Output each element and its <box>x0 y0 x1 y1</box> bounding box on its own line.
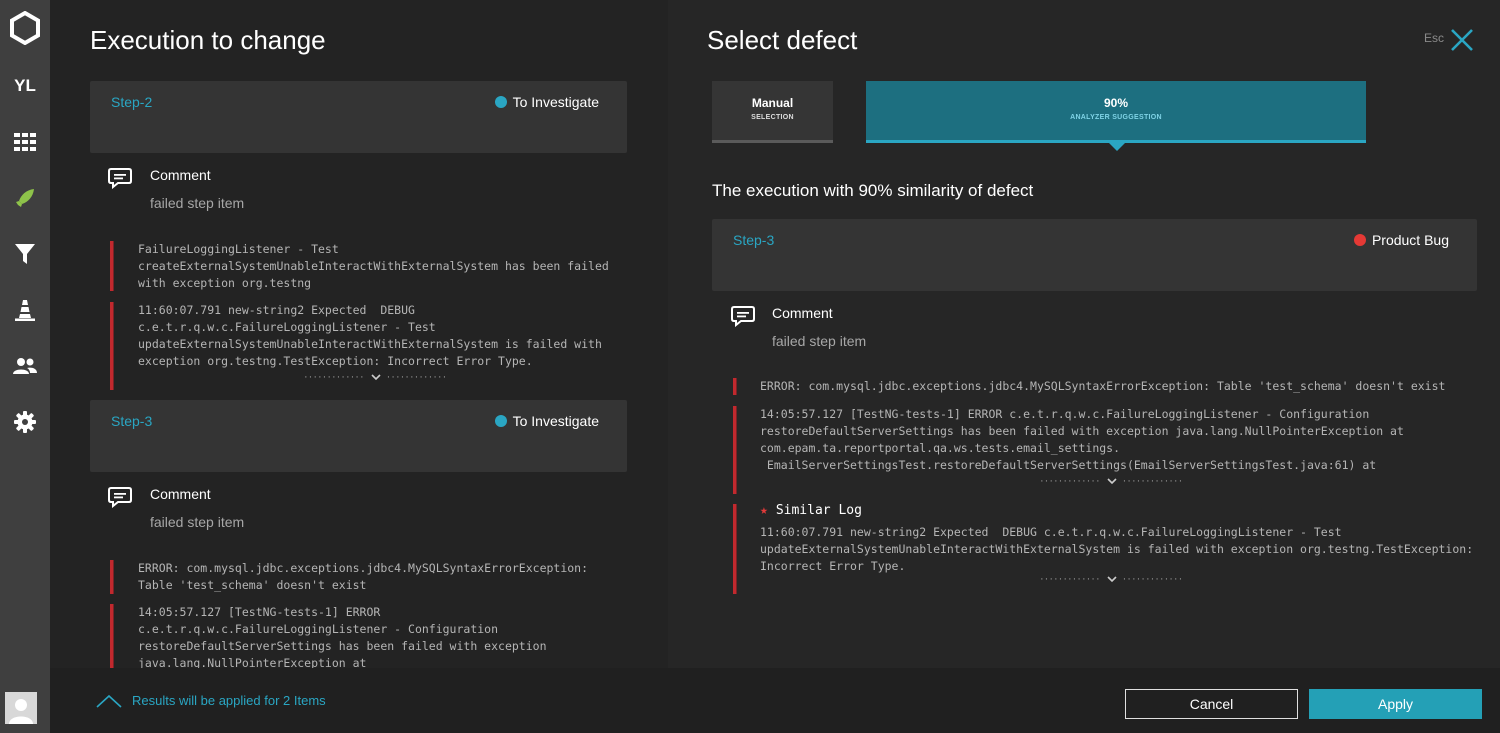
expand-log-toggle[interactable]: ············· ············· <box>1040 573 1183 585</box>
to-investigate-dot-icon <box>494 96 507 108</box>
tab-title: Manual <box>751 96 794 110</box>
log-entry: 11:60:07.791 new-string2 Expected DEBUG … <box>138 303 602 368</box>
expand-log-toggle[interactable]: ············· ············· <box>304 371 447 383</box>
log-entry: 14:05:57.127 [TestNG-tests-1] ERROR c.e.… <box>138 605 547 668</box>
chevron-down-icon <box>1107 576 1117 583</box>
active-tab-pointer <box>1109 143 1125 151</box>
step-name-link[interactable]: Step-3 <box>111 413 152 429</box>
star-icon: ★ <box>760 503 768 518</box>
cancel-button[interactable]: Cancel <box>1125 689 1298 719</box>
modal-footer: Results will be applied for 2 Items Canc… <box>50 668 1500 733</box>
filters-funnel-icon[interactable] <box>0 234 50 274</box>
divider-dots: ············· <box>1040 475 1101 487</box>
log-error-bar <box>733 378 737 395</box>
panel-title: Execution to change <box>90 25 326 55</box>
divider-dots: ············· <box>386 371 448 383</box>
user-avatar[interactable] <box>5 692 37 724</box>
close-icon[interactable] <box>1448 26 1476 54</box>
log-error-bar <box>733 406 737 494</box>
similarity-heading: The execution with 90% similarity of def… <box>712 181 1034 200</box>
panel-title: Select defect <box>707 25 858 55</box>
divider-dots: ············· <box>304 371 365 383</box>
comment-label: Comment <box>772 305 833 321</box>
log-entry: ERROR: com.mysql.jdbc.exceptions.jdbc4.M… <box>138 561 589 592</box>
log-entry: ERROR: com.mysql.jdbc.exceptions.jdbc4.M… <box>760 379 1446 393</box>
status-label: To Investigate <box>512 94 599 110</box>
expand-log-toggle[interactable]: ············· ············· <box>1040 475 1183 487</box>
comment-icon <box>731 306 755 327</box>
status-label: To Investigate <box>512 413 599 429</box>
project-selector[interactable]: YL <box>0 66 50 106</box>
log-error-bar <box>110 302 114 390</box>
defect-status: To Investigate <box>494 94 599 110</box>
tab-manual-selection[interactable]: Manual SELECTION <box>712 81 833 143</box>
step-card[interactable]: Step-2 To Investigate <box>90 81 627 153</box>
apply-button[interactable]: Apply <box>1309 689 1482 719</box>
log-error-bar <box>110 560 114 594</box>
members-users-icon[interactable] <box>0 346 50 386</box>
defect-status: To Investigate <box>494 413 599 429</box>
divider-dots: ············· <box>1122 573 1184 585</box>
similar-log-label: ★ Similar Log <box>760 503 862 518</box>
chevron-down-icon <box>371 374 381 381</box>
dashboard-grid-icon[interactable] <box>0 122 50 162</box>
chevron-up-icon <box>96 694 122 708</box>
chevron-down-icon <box>1107 478 1117 485</box>
comment-icon <box>108 487 132 508</box>
debug-cone-icon[interactable] <box>0 290 50 330</box>
app-logo-icon[interactable] <box>0 8 50 48</box>
status-label: Product Bug <box>1371 232 1449 248</box>
results-text: Results will be applied for 2 Items <box>132 693 326 708</box>
step-card[interactable]: Step-3 Product Bug <box>712 219 1477 291</box>
comment-text: failed step item <box>150 514 245 530</box>
log-error-bar <box>110 241 114 291</box>
log-entry: 14:05:57.127 [TestNG-tests-1] ERROR c.e.… <box>760 407 1404 472</box>
to-investigate-dot-icon <box>494 415 507 427</box>
step-card[interactable]: Step-3 To Investigate <box>90 400 627 472</box>
launches-rocket-icon[interactable] <box>0 178 50 218</box>
product-bug-dot-icon <box>1353 234 1366 246</box>
comment-label: Comment <box>150 167 211 183</box>
select-defect-panel: Select defect Esc Manual SELECTION 90% A… <box>668 0 1500 668</box>
comment-label: Comment <box>150 486 211 502</box>
similar-log-title: Similar Log <box>775 503 862 518</box>
log-entry: FailureLoggingListener - Test createExte… <box>138 242 609 290</box>
tab-analyzer-suggestion[interactable]: 90% ANALYZER SUGGESTION <box>866 81 1366 143</box>
log-error-bar <box>110 604 114 668</box>
step-name-link[interactable]: Step-2 <box>111 94 152 110</box>
results-toggle[interactable]: Results will be applied for 2 Items <box>96 693 326 708</box>
tab-subtitle: ANALYZER SUGGESTION <box>1070 114 1162 121</box>
divider-dots: ············· <box>1040 573 1101 585</box>
sidebar: YL <box>0 0 50 733</box>
execution-to-change-panel: Execution to change Step-2 To Investigat… <box>50 0 668 668</box>
tab-subtitle: SELECTION <box>751 114 794 121</box>
step-name-link[interactable]: Step-3 <box>733 232 774 248</box>
defect-status: Product Bug <box>1353 232 1449 248</box>
comment-icon <box>108 168 132 189</box>
comment-text: failed step item <box>772 333 867 349</box>
settings-gear-icon[interactable] <box>0 402 50 442</box>
log-error-bar <box>733 504 737 594</box>
similar-log-entry: 11:60:07.791 new-string2 Expected DEBUG … <box>760 525 1474 573</box>
comment-text: failed step item <box>150 195 245 211</box>
esc-hint: Esc <box>1424 31 1445 45</box>
tab-title: 90% <box>1103 96 1129 110</box>
divider-dots: ············· <box>1122 475 1184 487</box>
